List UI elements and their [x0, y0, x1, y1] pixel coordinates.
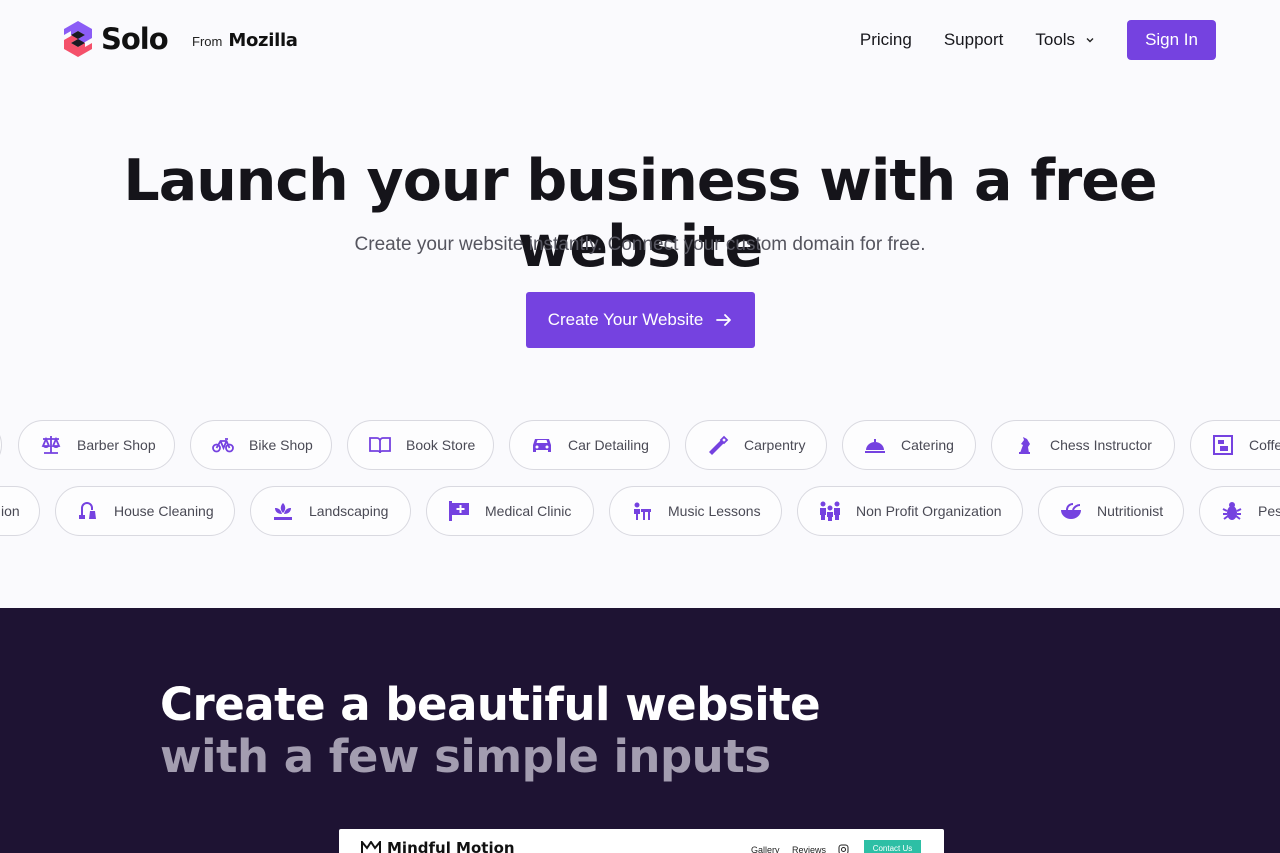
business-pill-car-detailing[interactable]: Car Detailing [509, 420, 670, 470]
create-website-label: Create Your Website [547, 310, 704, 329]
bug-icon [1222, 502, 1242, 520]
business-pill-music-lessons[interactable]: Music Lessons [609, 486, 782, 536]
bowl-icon [1061, 503, 1081, 519]
preview-contact-button[interactable]: Contact Us [864, 840, 921, 853]
business-pill-medical-clinic[interactable]: Medical Clinic [426, 486, 594, 536]
pill-label: Car Detailing [568, 437, 649, 453]
nav-support[interactable]: Support [944, 30, 1004, 50]
mindful-logo-icon [361, 841, 381, 853]
scales-icon [41, 436, 61, 454]
cloche-icon [865, 439, 885, 453]
coffee-icon [1213, 435, 1233, 455]
pill-label: Bike Shop [249, 437, 313, 453]
bicycle-icon [212, 438, 234, 453]
feature-section: Create a beautiful website with a few si… [0, 608, 1280, 853]
pill-label: Nutritionist [1097, 503, 1164, 519]
business-pill-house-cleaning[interactable]: House Cleaning [55, 486, 235, 536]
pill-label: Book Store [406, 437, 476, 453]
instagram-icon[interactable] [838, 844, 849, 853]
mozilla-wordmark: Mozilla [228, 30, 298, 51]
business-pill-partial[interactable]: ion [0, 486, 40, 536]
logo-text: Solo [101, 22, 169, 56]
business-pill-pest[interactable]: Pes [1199, 486, 1280, 536]
from-mozilla: From Mozilla [192, 30, 298, 51]
business-pill-landscaping[interactable]: Landscaping [250, 486, 411, 536]
pill-label: Music Lessons [668, 503, 761, 519]
book-icon [369, 437, 391, 454]
nav-tools[interactable]: Tools [1035, 30, 1095, 50]
from-label: From [192, 34, 223, 49]
music-icon [634, 502, 651, 520]
nav-pricing[interactable]: Pricing [860, 30, 912, 50]
business-pill-non-profit[interactable]: Non Profit Organization [797, 486, 1023, 536]
solo-logo-icon [64, 21, 92, 57]
pill-label: Coffe [1249, 437, 1280, 453]
feature-heading-line-1: Create a beautiful website [160, 678, 821, 731]
business-pill-coffee[interactable]: Coffe [1190, 420, 1280, 470]
preview-brand: Mindful Motion [361, 839, 515, 853]
business-pill-carpentry[interactable]: Carpentry [685, 420, 827, 470]
hero-subtitle: Create your website instantly. Connect y… [354, 234, 926, 255]
business-pill-bike-shop[interactable]: Bike Shop [190, 420, 332, 470]
business-pill-book-store[interactable]: Book Store [347, 420, 494, 470]
hero-title: Launch your business with a free website [123, 148, 1157, 280]
business-types-row-1: Barber Shop Bike Shop Book Store Car Det… [0, 420, 1280, 472]
pill-label: Pes [1258, 503, 1280, 519]
pill-label: Non Profit Organization [856, 503, 1002, 519]
arrow-right-icon [716, 314, 732, 326]
preview-link-reviews[interactable]: Reviews [792, 845, 826, 853]
medical-cross-icon [449, 501, 469, 521]
pill-label: ion [1, 503, 20, 519]
plant-icon [274, 503, 292, 520]
business-pill-nutritionist[interactable]: Nutritionist [1038, 486, 1184, 536]
feature-heading-line-2: with a few simple inputs [160, 730, 771, 783]
website-preview: Mindful Motion Gallery Reviews Contact U… [339, 829, 944, 853]
pill-label: Chess Instructor [1050, 437, 1152, 453]
site-header: Solo From Mozilla Pricing Support Tools … [0, 0, 1280, 80]
business-pill-chess-instructor[interactable]: Chess Instructor [991, 420, 1175, 470]
create-website-button[interactable]: Create Your Website [526, 292, 755, 348]
people-icon [820, 501, 840, 521]
pill-label: Landscaping [309, 503, 389, 519]
solo-logo[interactable]: Solo [63, 20, 169, 58]
business-pill-barber-shop[interactable]: Barber Shop [18, 420, 175, 470]
pill-label: Catering [901, 437, 954, 453]
pill-label: Barber Shop [77, 437, 156, 453]
vacuum-icon [79, 502, 96, 519]
preview-brand-label: Mindful Motion [387, 839, 515, 853]
nav-tools-label: Tools [1035, 30, 1076, 49]
business-types-row-2: ion House Cleaning Landscaping Medical C… [0, 486, 1280, 538]
saw-icon [709, 435, 729, 455]
sign-in-button[interactable]: Sign In [1127, 20, 1216, 60]
chevron-down-icon [1086, 38, 1094, 43]
pill-label: Medical Clinic [485, 503, 572, 519]
business-pill-catering[interactable]: Catering [842, 420, 976, 470]
pill-label: Carpentry [744, 437, 806, 453]
business-pill[interactable] [0, 420, 2, 470]
pill-label: House Cleaning [114, 503, 214, 519]
preview-link-gallery[interactable]: Gallery [751, 845, 780, 853]
main-nav: Pricing Support Tools Sign In [860, 20, 1216, 60]
chess-knight-icon [1019, 437, 1030, 454]
car-icon [533, 439, 551, 452]
